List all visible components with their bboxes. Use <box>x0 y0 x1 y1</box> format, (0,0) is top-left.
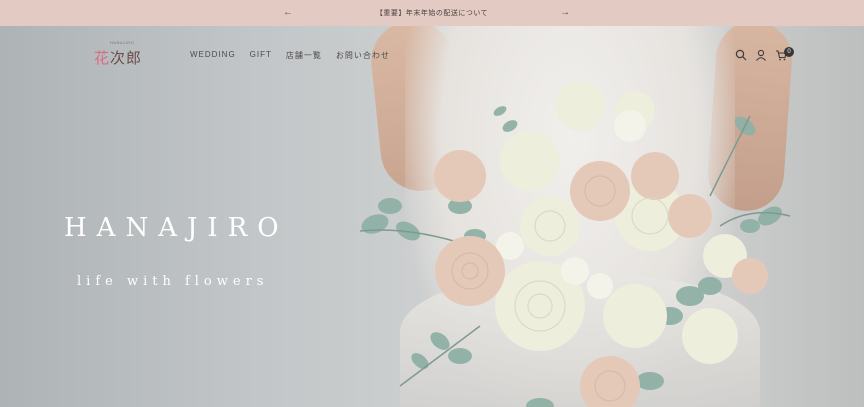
logo-small-text: HANAJIRO <box>110 40 135 45</box>
nav-item-stores[interactable]: 店舗一覧 <box>286 50 322 61</box>
logo-main-text: 花次郎 <box>94 47 142 68</box>
hero-image-bouquet <box>359 81 791 407</box>
hero-title: HANAJIRO <box>64 213 289 243</box>
nav-item-gift[interactable]: GIFT <box>250 50 272 61</box>
user-icon[interactable] <box>755 48 767 61</box>
main-nav: WEDDING GIFT 店舗一覧 お問い合わせ <box>190 50 390 61</box>
announcement-text[interactable]: 【重要】年末年始の配送について <box>376 8 488 18</box>
hero-subtitle: life with flowers <box>77 274 269 289</box>
header-icons <box>735 48 787 61</box>
logo-hana-char: 花 <box>94 49 111 67</box>
arrow-right-icon[interactable]: → <box>560 7 571 19</box>
arrow-left-icon[interactable]: ← <box>283 7 294 19</box>
search-icon[interactable] <box>735 48 747 61</box>
nav-item-contact[interactable]: お問い合わせ <box>336 50 390 61</box>
logo-rest-chars: 次郎 <box>110 49 143 67</box>
nav-item-wedding[interactable]: WEDDING <box>190 50 236 61</box>
site-logo[interactable]: HANAJIRO 花次郎 <box>90 40 150 74</box>
announcement-bar: ← 【重要】年末年始の配送について → <box>0 0 864 26</box>
cart-count-badge: 0 <box>784 47 794 57</box>
